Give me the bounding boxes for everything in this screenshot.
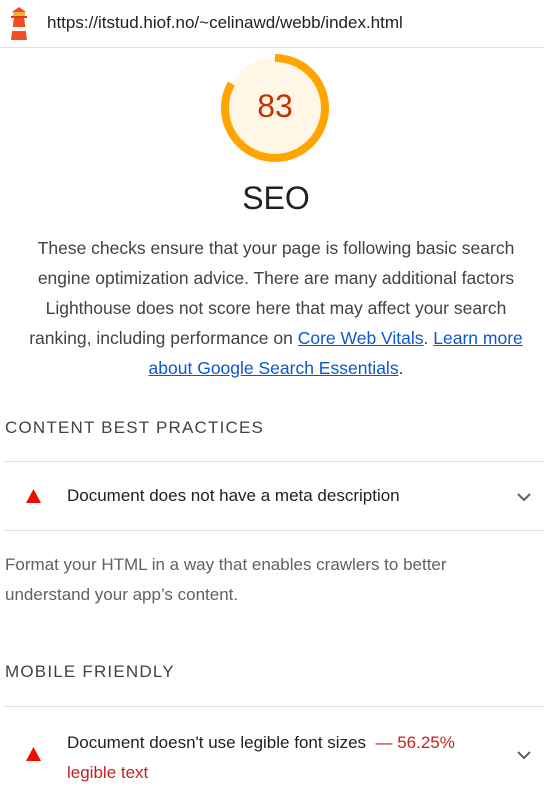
group-description: Format your HTML in a way that enables c… — [5, 555, 447, 604]
category-title: SEO — [242, 180, 310, 216]
audit-meta-description[interactable]: Document does not have a meta descriptio… — [5, 462, 544, 530]
warning-triangle-icon — [26, 747, 41, 761]
group-header-content-best-practices: CONTENT BEST PRACTICES — [5, 418, 265, 437]
audit-title: Document does not have a meta descriptio… — [67, 486, 400, 505]
core-web-vitals-link[interactable]: Core Web Vitals — [298, 328, 424, 348]
score-value: 83 — [257, 88, 293, 124]
chevron-down-icon[interactable] — [515, 749, 533, 761]
audit-title-block: Document doesn't use legible font sizes … — [67, 728, 497, 788]
category-description: These checks ensure that your page is fo… — [14, 233, 538, 383]
audit-title: Document doesn't use legible font sizes — [67, 733, 367, 752]
divider — [5, 530, 544, 531]
chevron-down-icon[interactable] — [515, 491, 533, 503]
warning-triangle-icon — [26, 489, 41, 503]
audit-legible-font-sizes[interactable]: Document doesn't use legible font sizes … — [5, 707, 544, 799]
page-url: https://itstud.hiof.no/~celinawd/webb/in… — [47, 13, 403, 32]
description-separator: . — [423, 328, 434, 348]
lighthouse-icon — [11, 7, 27, 40]
description-end: . — [398, 358, 404, 378]
report-topbar: https://itstud.hiof.no/~celinawd/webb/in… — [0, 0, 544, 48]
group-header-mobile-friendly: MOBILE FRIENDLY — [5, 662, 175, 681]
